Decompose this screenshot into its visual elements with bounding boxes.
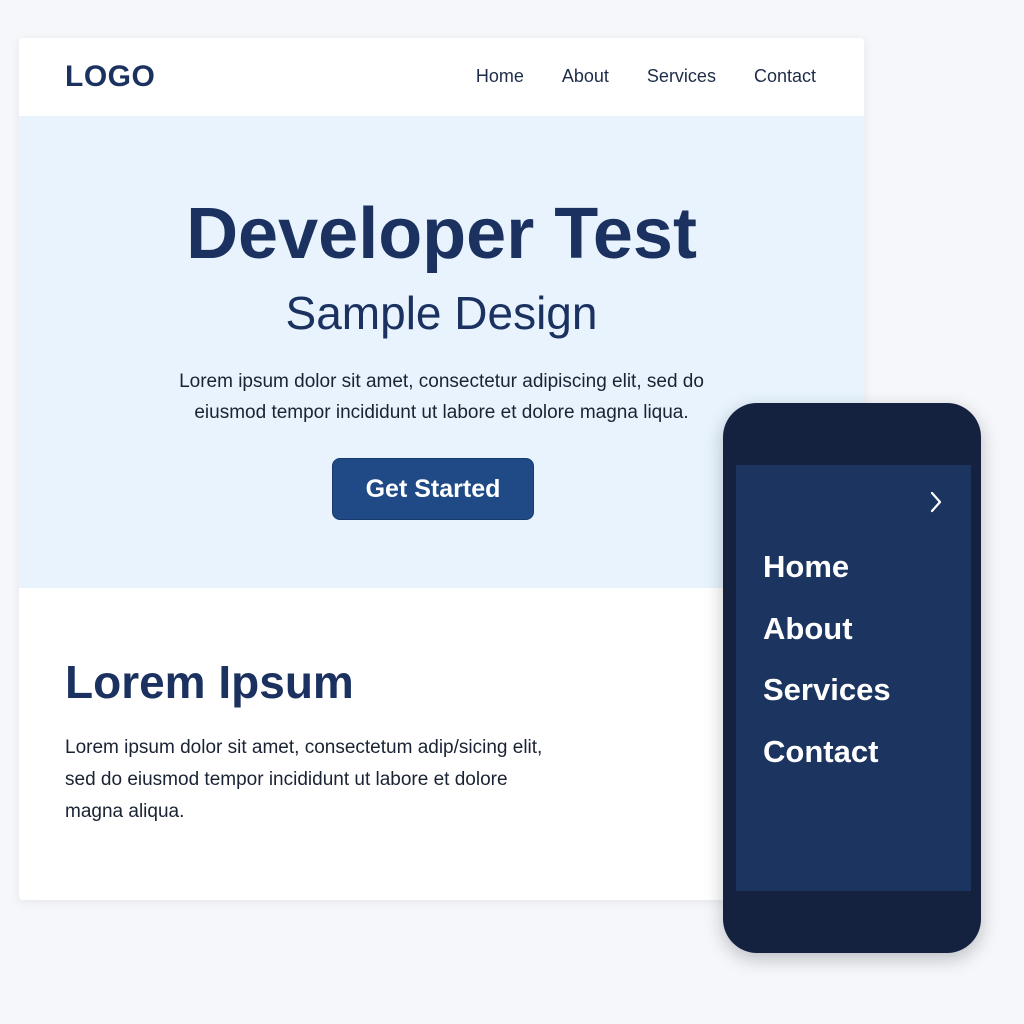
mobile-mockup: Home About Services Contact (723, 403, 981, 953)
nav-link-about[interactable]: About (562, 66, 609, 87)
mobile-nav-home[interactable]: Home (763, 549, 891, 611)
hero-description: Lorem ipsum dolor sit amet, consectetur … (139, 366, 744, 428)
main-nav: Home About Services Contact (476, 66, 816, 87)
chevron-right-icon[interactable] (921, 487, 951, 517)
nav-link-home[interactable]: Home (476, 66, 524, 87)
mobile-nav: Home About Services Contact (763, 549, 891, 795)
section-body-line: magna aliqua. (65, 801, 185, 822)
chevron-right-icon-svg (930, 491, 942, 513)
site-header: LOGO Home About Services Contact (19, 38, 864, 117)
section-title: Lorem Ipsum (65, 656, 354, 708)
nav-link-contact[interactable]: Contact (754, 66, 816, 87)
logo[interactable]: LOGO (65, 60, 155, 94)
mobile-nav-services[interactable]: Services (763, 672, 891, 734)
section-body-line: Lorem ipsum dolor sit amet, consectetum … (65, 737, 543, 758)
mobile-nav-about[interactable]: About (763, 611, 891, 673)
hero-subtitle: Sample Design (285, 287, 598, 339)
mobile-menu-screen: Home About Services Contact (736, 465, 971, 891)
hero-title: Developer Test (186, 194, 697, 274)
hero-description-line: eiusmod tempor incididunt ut labore et d… (194, 402, 689, 423)
section-body: Lorem ipsum dolor sit amet, consectetum … (65, 732, 625, 828)
hero-description-line: Lorem ipsum dolor sit amet, consectetur … (179, 371, 704, 392)
mobile-nav-contact[interactable]: Contact (763, 734, 891, 796)
get-started-button[interactable]: Get Started (332, 458, 534, 520)
nav-link-services[interactable]: Services (647, 66, 716, 87)
section-body-line: sed do eiusmod tempor incididunt ut labo… (65, 769, 508, 790)
